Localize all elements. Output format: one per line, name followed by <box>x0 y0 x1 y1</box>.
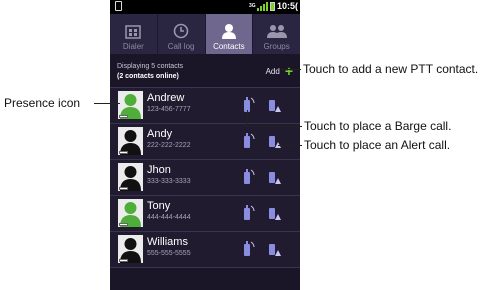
clock-time: 10:5( <box>276 1 298 11</box>
list-item[interactable]: Tony 444-444-4444 <box>110 195 300 231</box>
barge-call-icon[interactable] <box>242 204 256 222</box>
contacts-online-count: (2 contacts online) <box>117 73 179 80</box>
clock-icon <box>173 23 189 39</box>
person-icon <box>221 24 236 39</box>
plus-icon: + <box>284 63 293 79</box>
status-icons: 3G 10:5( <box>249 1 298 11</box>
tab-groups[interactable]: Groups <box>253 14 300 54</box>
avatar <box>118 127 143 155</box>
alert-call-icon[interactable] <box>268 134 282 150</box>
alert-call-icon[interactable] <box>268 206 282 222</box>
presence-indicator <box>119 187 128 190</box>
annotation-presence: Presence icon <box>4 96 81 110</box>
contact-name: Andy <box>147 128 173 140</box>
avatar <box>118 163 143 191</box>
contact-name: Tony <box>147 200 171 212</box>
status-bar: 3G 10:5( <box>110 0 300 14</box>
tab-dialer[interactable]: Dialer <box>110 14 158 54</box>
tab-label: Groups <box>263 42 290 51</box>
contacts-panel: Displaying 5 contacts (2 contacts online… <box>110 54 300 290</box>
barge-call-icon[interactable] <box>242 96 256 114</box>
group-icon <box>266 25 287 38</box>
tab-label: Contacts <box>213 42 245 51</box>
contacts-summary: Displaying 5 contacts (2 contacts online… <box>117 62 183 82</box>
tab-label: Dialer <box>122 42 144 51</box>
presence-indicator <box>119 151 128 154</box>
list-item[interactable]: Andy 222-222-2222 <box>110 123 300 159</box>
tab-label: Call log <box>167 42 195 51</box>
contacts-count: Displaying 5 contacts <box>117 63 184 70</box>
contact-phone: 333-333-3333 <box>147 178 191 185</box>
presence-indicator <box>119 259 128 262</box>
contact-name: Williams <box>147 236 188 248</box>
dialer-icon <box>125 25 142 39</box>
list-item[interactable]: Jhon 333-333-3333 <box>110 159 300 195</box>
callout-line-barge-v <box>247 110 248 127</box>
contact-phone: 555-555-5555 <box>147 250 191 257</box>
contact-list: Andrew 123-456-7777 Andy 222-222-2222 Jh… <box>110 87 300 268</box>
contact-name: Andrew <box>147 92 185 104</box>
barge-call-icon[interactable] <box>242 132 256 150</box>
presence-indicator <box>119 223 128 226</box>
callout-line-barge-h <box>247 126 302 127</box>
avatar <box>118 235 143 263</box>
annotation-alert: Touch to place an Alert call. <box>304 138 451 152</box>
list-item[interactable]: Williams 555-555-5555 <box>110 231 300 268</box>
tab-contacts[interactable]: Contacts <box>205 14 254 54</box>
signal-icon <box>256 1 268 11</box>
add-contact-button[interactable]: Add + <box>265 63 293 79</box>
notification-icon <box>115 1 122 11</box>
contact-phone: 444-444-4444 <box>147 214 191 221</box>
barge-call-icon[interactable] <box>242 168 256 186</box>
contact-phone: 222-222-2222 <box>147 142 191 149</box>
alert-call-icon[interactable] <box>268 242 282 258</box>
avatar <box>118 199 143 227</box>
network-type-label: 3G <box>248 2 256 9</box>
contact-phone: 123-456-7777 <box>147 106 191 113</box>
avatar <box>118 91 143 119</box>
battery-icon <box>269 1 275 11</box>
callout-line-alert <box>278 145 302 146</box>
contact-name: Jhon <box>147 164 171 176</box>
list-item[interactable]: Andrew 123-456-7777 <box>110 87 300 123</box>
callout-line-add <box>281 69 301 70</box>
callout-line-presence <box>94 103 120 104</box>
barge-call-icon[interactable] <box>242 240 256 258</box>
alert-call-icon[interactable] <box>268 170 282 186</box>
phone-screen: 3G 10:5( Dialer Call log Contacts Groups… <box>110 0 300 290</box>
tab-bar: Dialer Call log Contacts Groups <box>110 14 300 54</box>
add-label: Add <box>265 66 280 76</box>
presence-indicator <box>119 115 128 118</box>
annotation-add: Touch to add a new PTT contact. <box>303 62 479 76</box>
alert-call-icon[interactable] <box>268 98 282 114</box>
annotation-barge: Touch to place a Barge call. <box>304 119 452 133</box>
tab-call-log[interactable]: Call log <box>158 14 206 54</box>
